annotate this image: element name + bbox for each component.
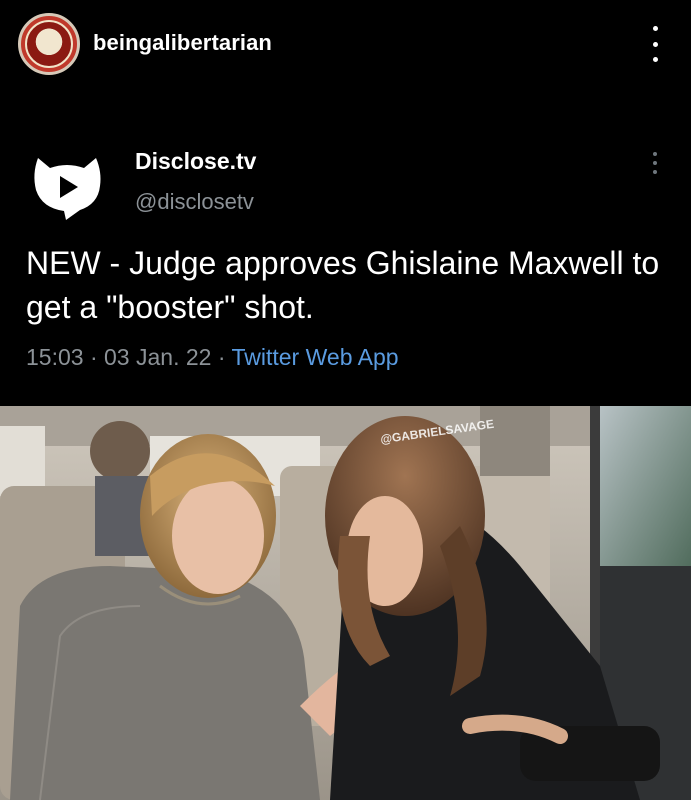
- more-options-icon[interactable]: [645, 26, 665, 62]
- post-header: beingalibertarian: [0, 0, 691, 87]
- tweet-more-icon[interactable]: [648, 152, 662, 174]
- profile-avatar[interactable]: [18, 13, 80, 75]
- tweet-source-link[interactable]: Twitter Web App: [231, 344, 398, 370]
- tweet-meta: 15:03 · 03 Jan. 22 · Twitter Web App: [26, 344, 399, 371]
- tweet-display-name[interactable]: Disclose.tv: [135, 148, 256, 175]
- post-photo[interactable]: @GABRIELSAVAGE: [0, 406, 691, 800]
- disclose-tv-logo-icon: [34, 158, 101, 220]
- embedded-tweet: Disclose.tv @disclosetv NEW - Judge appr…: [0, 86, 691, 406]
- tweet-handle[interactable]: @disclosetv: [135, 189, 254, 215]
- post-username[interactable]: beingalibertarian: [93, 30, 272, 56]
- tweet-text: NEW - Judge approves Ghislaine Maxwell t…: [26, 245, 660, 325]
- meta-separator: ·: [89, 344, 98, 370]
- car-interior-photo: @GABRIELSAVAGE: [0, 406, 691, 800]
- meta-separator: ·: [217, 344, 226, 370]
- tweet-date: 03 Jan. 22: [104, 344, 212, 370]
- avatar-emblem-icon: [25, 20, 73, 68]
- tweet-time: 15:03: [26, 344, 84, 370]
